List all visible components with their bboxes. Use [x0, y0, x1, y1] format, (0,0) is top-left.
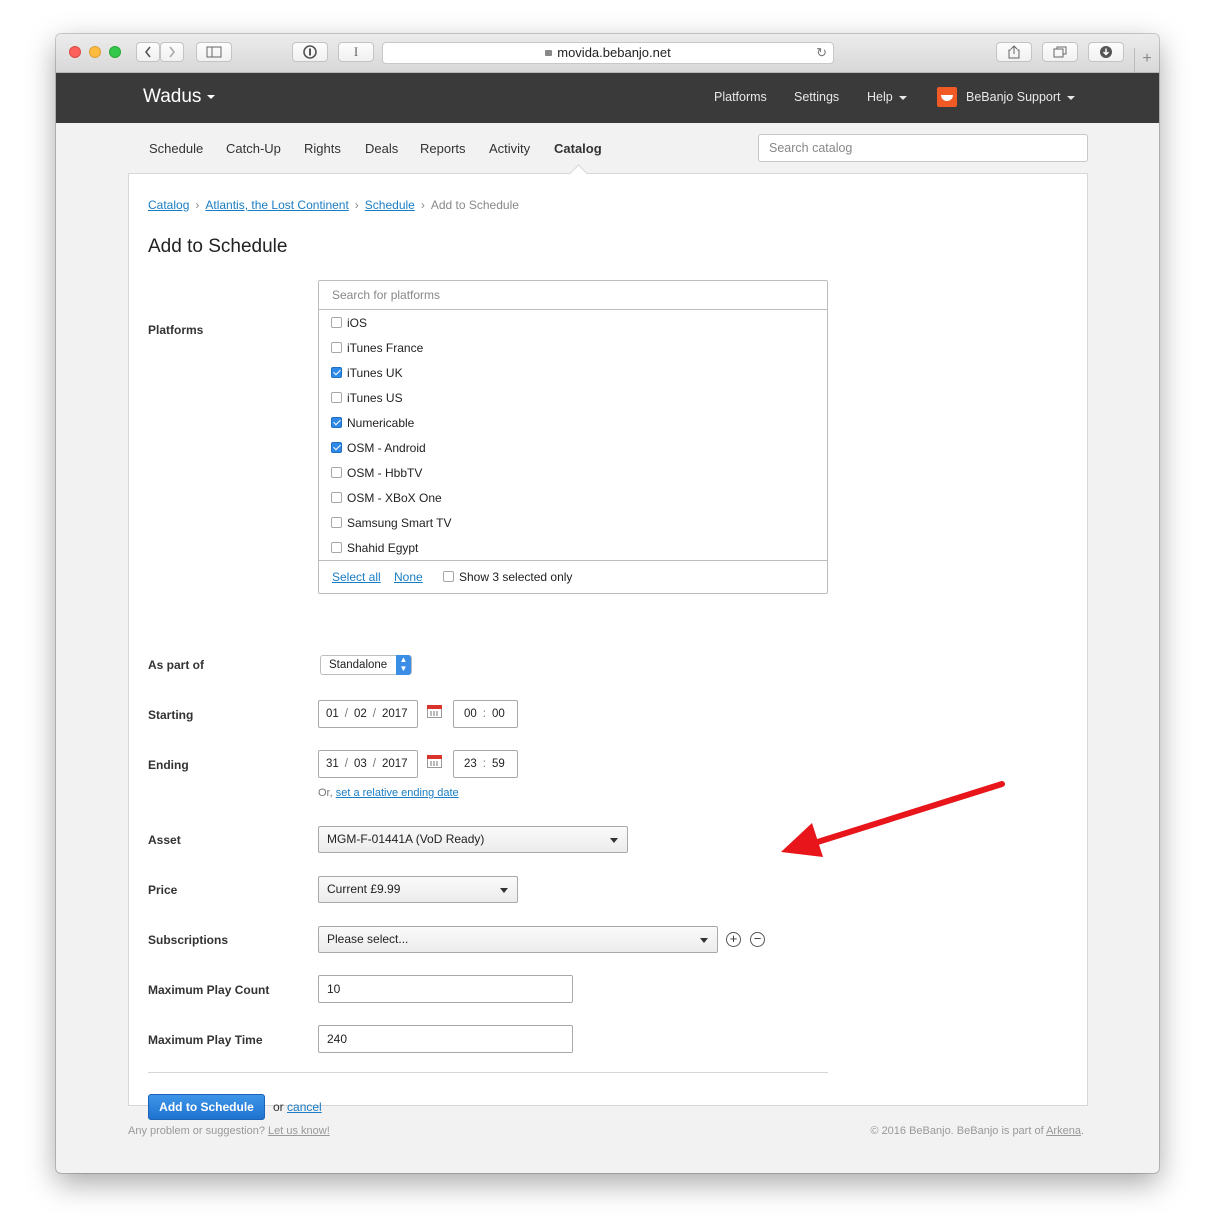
annotation-arrow-head: [781, 823, 823, 857]
annotation-arrow: [781, 781, 1005, 857]
annotation-arrow-shaft: [805, 781, 1005, 848]
